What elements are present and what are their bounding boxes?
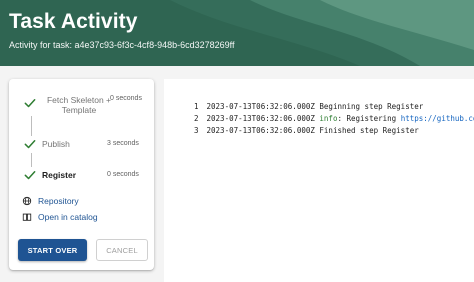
check-icon (24, 140, 36, 149)
log-message: Beginning step Register (319, 102, 424, 111)
log-message: Finished step Register (319, 126, 419, 135)
log-timestamp: 2023-07-13T06:32:06.000Z (206, 126, 315, 135)
open-in-catalog-link[interactable]: Open in catalog (22, 212, 98, 222)
check-icon (24, 171, 36, 180)
page-header: Task Activity Activity for task: a4e37c9… (0, 0, 474, 66)
check-icon (24, 99, 36, 108)
step-label-register: Register (42, 170, 77, 180)
step-time-fetch: 0 seconds (110, 95, 142, 102)
open-in-catalog-label[interactable]: Open in catalog (38, 212, 98, 222)
log-line: 3 2023-07-13T06:32:06.000Z Finished step… (194, 126, 419, 135)
log-line: 1 2023-07-13T06:32:06.000Z Beginning ste… (194, 102, 423, 111)
log-line-number: 3 (194, 126, 199, 135)
log-line: 2 2023-07-13T06:32:06.000Z info: Registe… (194, 114, 474, 123)
log-message: : Registering (337, 114, 401, 123)
log-line-number: 1 (194, 102, 199, 111)
log-url[interactable]: https://github.com/hen (401, 114, 474, 123)
page-subtitle: Activity for task: a4e37c93-6f3c-4cf8-94… (9, 40, 235, 50)
stepper-connector (31, 153, 32, 167)
page-title: Task Activity (9, 10, 138, 33)
globe-icon (22, 196, 32, 206)
step-time-register: 0 seconds (107, 171, 139, 178)
start-over-button[interactable]: START OVER (18, 239, 87, 261)
repository-link-label[interactable]: Repository (38, 196, 79, 206)
stepper-connector (31, 116, 32, 136)
book-icon (22, 213, 32, 221)
step-time-publish: 3 seconds (107, 140, 139, 147)
log-timestamp: 2023-07-13T06:32:06.000Z (206, 102, 315, 111)
cancel-button[interactable]: CANCEL (96, 239, 148, 261)
step-label-publish: Publish (42, 139, 70, 149)
repository-link[interactable]: Repository (22, 196, 79, 206)
log-timestamp: 2023-07-13T06:32:06.000Z (206, 114, 315, 123)
log-panel[interactable]: 1 2023-07-13T06:32:06.000Z Beginning ste… (164, 79, 474, 282)
log-line-number: 2 (194, 114, 199, 123)
log-level: info (319, 114, 338, 123)
